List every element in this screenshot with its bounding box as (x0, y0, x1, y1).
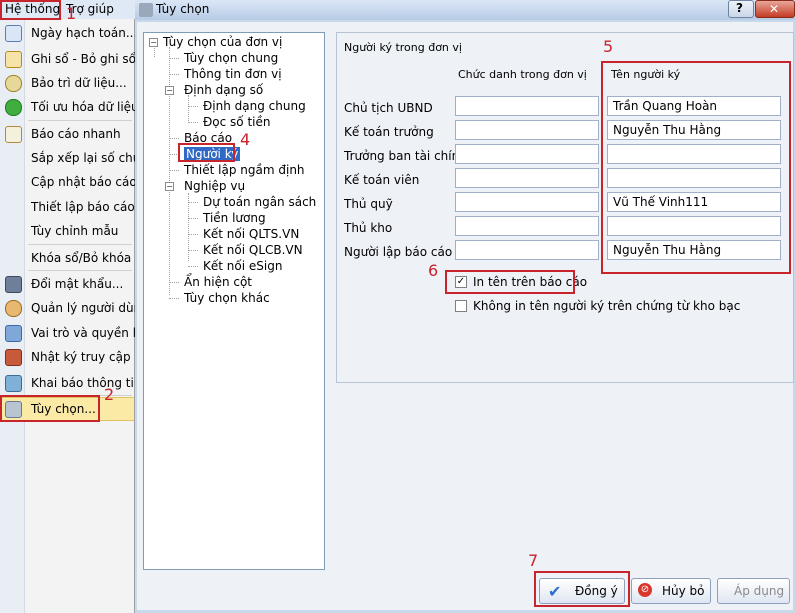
tree-node-an-hien-cot[interactable]: Ẩn hiện cột (184, 275, 252, 289)
no-print-label: Không in tên người ký trên chứng từ kho … (473, 299, 741, 313)
title-input-nguoi-lap[interactable] (455, 240, 599, 260)
section-title: Người ký trong đơn vị (344, 41, 462, 54)
menu-item-tuy-chinh[interactable]: Tùy chỉnh mẫu (0, 220, 134, 242)
tree-node-thong-tin-don-vi[interactable]: Thông tin đơn vị (184, 67, 282, 81)
row-label-truong-ban: Trưởng ban tài chính (344, 149, 467, 163)
tree-node-nghiep-vu[interactable]: Nghiệp vụ (184, 179, 245, 193)
tree-node-qlcb[interactable]: Kết nối QLCB.VN (203, 243, 303, 257)
tree-node-du-toan[interactable]: Dự toán ngân sách (203, 195, 316, 209)
tree-node-tuy-chon-khac[interactable]: Tùy chọn khác (184, 291, 270, 305)
callout-1: 1 (66, 4, 77, 23)
callout-6: 6 (428, 261, 439, 280)
close-icon: ✕ (769, 2, 780, 16)
menu-item-quan-ly-nguoi-dung[interactable]: Quản lý người dùng (0, 297, 149, 319)
roles-icon (5, 325, 22, 342)
title-input-thu-quy[interactable] (455, 192, 599, 212)
callout-2: 2 (104, 385, 115, 404)
callout-5: 5 (603, 37, 614, 56)
tree-node-tuy-chon-chung[interactable]: Tùy chọn chung (184, 51, 278, 65)
users-icon (5, 300, 22, 317)
row-label-nguoi-lap: Người lập báo cáo (344, 245, 453, 259)
menu-item-nhat-ky[interactable]: Nhật ký truy cập (0, 346, 134, 368)
tree-node-dinh-dang-chung[interactable]: Định dạng chung (203, 99, 306, 113)
apply-button[interactable]: Áp dụng (717, 578, 790, 604)
menu-item-bao-cao-nhanh[interactable]: Báo cáo nhanh (0, 123, 134, 145)
help-button[interactable]: ? (728, 0, 754, 18)
callout-7: 7 (528, 551, 539, 570)
row-label-chu-tich: Chủ tịch UBND (344, 101, 433, 115)
log-icon (5, 349, 22, 366)
title-input-truong-ban[interactable] (455, 144, 599, 164)
close-button[interactable]: ✕ (755, 0, 795, 18)
menu-item-sap-xep[interactable]: Sắp xếp lại số chứng (0, 147, 156, 169)
highlight-print-checkbox (445, 270, 575, 294)
tree-node-esign[interactable]: Kết nối eSign (203, 259, 282, 273)
menu-item-vai-tro[interactable]: Vai trò và quyền hạ (0, 322, 148, 344)
title-input-ke-toan-truong[interactable] (455, 120, 599, 140)
menu-item-toi-uu[interactable]: Tối ưu hóa dữ liệu (0, 96, 139, 118)
tree-node-tien-luong[interactable]: Tiền lương (203, 211, 266, 225)
column-header-title: Chức danh trong đơn vị (458, 68, 587, 81)
row-label-thu-kho: Thủ kho (344, 221, 393, 235)
menu-item-thiet-lap[interactable]: Thiết lập báo cáo tà (0, 196, 151, 218)
menu-item-doi-mat-khau[interactable]: Đổi mật khẩu... (0, 273, 134, 295)
optimize-icon (5, 99, 22, 116)
collapse-icon[interactable]: − (165, 182, 174, 191)
collapse-icon[interactable]: − (165, 86, 174, 95)
tree-node-dinh-dang-so[interactable]: Định dạng số (184, 83, 263, 97)
ledger-icon (5, 51, 22, 68)
no-print-checkbox[interactable] (455, 300, 467, 312)
dialog-titlebar: ? ✕ (135, 0, 795, 20)
highlight-he-thong (0, 0, 61, 20)
highlight-tuy-chon (0, 395, 100, 422)
menu-item-bao-tri[interactable]: Bảo trì dữ liệu... (0, 72, 134, 94)
info-icon (5, 375, 22, 392)
row-label-thu-quy: Thủ quỹ (344, 197, 393, 211)
row-label-ke-toan-vien: Kế toán viên (344, 173, 420, 187)
highlight-nguoi-ky (178, 143, 235, 162)
menu-item-ghi-so[interactable]: Ghi sổ - Bỏ ghi sổ th (0, 48, 152, 70)
menu-separator (28, 244, 132, 245)
title-input-ke-toan-vien[interactable] (455, 168, 599, 188)
calendar-icon (5, 25, 22, 42)
menu-separator (28, 270, 132, 271)
tree-node-thiet-lap-ngam-dinh[interactable]: Thiết lập ngầm định (184, 163, 305, 177)
report-icon (5, 126, 22, 143)
title-input-thu-kho[interactable] (455, 216, 599, 236)
row-label-ke-toan-truong: Kế toán trưởng (344, 125, 434, 139)
highlight-ok-button (534, 571, 630, 607)
menu-item-ngay-hach-toan[interactable]: Ngày hạch toán... (0, 22, 137, 44)
menu-item-cap-nhat[interactable]: Cập nhật báo cáo... (0, 171, 148, 193)
menu-separator (28, 120, 132, 121)
tree-node-doc-so-tien[interactable]: Đọc số tiền (203, 115, 271, 129)
options-tree: − Tùy chọn của đơn vị Tùy chọn chung Thô… (143, 32, 325, 570)
tools-icon (139, 3, 153, 17)
maintenance-icon (5, 75, 22, 92)
callout-4: 4 (240, 130, 251, 149)
cancel-icon: ⊘ (638, 583, 652, 597)
key-icon (5, 276, 22, 293)
tree-node-tuy-chon-don-vi[interactable]: Tùy chọn của đơn vị (163, 35, 282, 49)
cancel-button[interactable]: ⊘ Hủy bỏ (631, 578, 711, 604)
title-input-chu-tich[interactable] (455, 96, 599, 116)
tree-node-qlts[interactable]: Kết nối QLTS.VN (203, 227, 299, 241)
menu-item-khoa-so[interactable]: Khóa sổ/Bỏ khóa sổ (0, 247, 149, 269)
dialog-title: Tùy chọn (156, 2, 210, 16)
collapse-icon[interactable]: − (149, 38, 158, 47)
highlight-signer-names (601, 61, 791, 274)
